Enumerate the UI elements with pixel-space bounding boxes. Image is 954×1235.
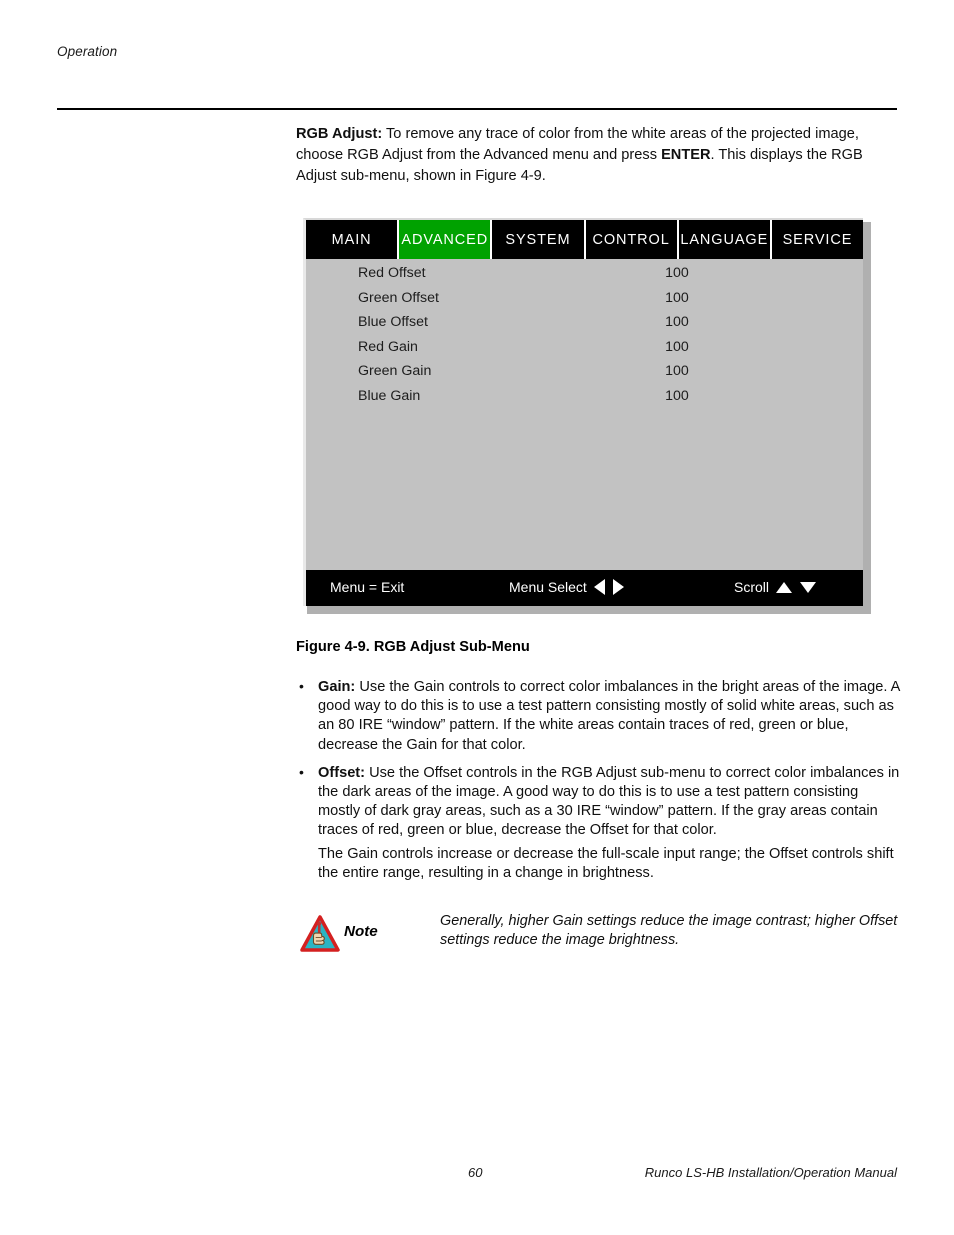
osd-row-green-gain[interactable]: Green Gain 100 xyxy=(306,363,863,388)
osd-row-label: Blue Offset xyxy=(358,314,428,331)
arrow-down-icon xyxy=(800,581,817,593)
osd-tab-bar: MAIN ADVANCED SYSTEM CONTROL LANGUAGE SE… xyxy=(306,220,863,259)
arrow-left-icon xyxy=(593,579,605,595)
intro-paragraph-block: RGB Adjust: To remove any trace of color… xyxy=(296,124,898,188)
osd-row-value: 100 xyxy=(665,338,689,355)
running-header: Operation xyxy=(57,44,118,59)
note-text: Generally, higher Gain settings reduce t… xyxy=(440,913,898,949)
osd-tab-language-label: LANGUAGE xyxy=(680,231,769,248)
osd-row-value: 100 xyxy=(665,387,689,404)
osd-footer-select-label: Menu Select xyxy=(509,579,587,595)
osd-tab-control-label: CONTROL xyxy=(592,231,670,248)
osd-row-green-offset[interactable]: Green Offset 100 xyxy=(306,290,863,315)
osd-footer-scroll-label: Scroll xyxy=(734,579,770,595)
osd-row-list: Red Offset 100 Green Offset 100 Blue Off… xyxy=(306,259,863,413)
page-number: 60 xyxy=(468,1165,483,1180)
osd-tab-service-label: SERVICE xyxy=(782,231,853,248)
bullet-text: Use the Offset controls in the RGB Adjus… xyxy=(318,764,900,839)
osd-footer-scroll: Scroll xyxy=(734,579,817,595)
osd-tab-advanced-label: ADVANCED xyxy=(401,231,489,248)
osd-figure: MAIN ADVANCED SYSTEM CONTROL LANGUAGE SE… xyxy=(303,218,871,614)
note-label: Note xyxy=(344,923,378,940)
bullet-term: Gain: xyxy=(318,679,356,695)
closing-paragraph: The Gain controls increase or decrease t… xyxy=(318,846,894,882)
osd-row-red-gain[interactable]: Red Gain 100 xyxy=(306,339,863,364)
list-item: Offset: Use the Offset controls in the R… xyxy=(296,763,900,841)
osd-row-blue-gain[interactable]: Blue Gain 100 xyxy=(306,388,863,413)
osd-row-value: 100 xyxy=(665,314,689,331)
osd-row-label: Green Gain xyxy=(358,363,432,380)
osd-tab-main-label: MAIN xyxy=(331,231,372,248)
osd-row-label: Blue Gain xyxy=(358,387,421,404)
osd-footer-bar: Menu = Exit Menu Select Scroll xyxy=(306,570,863,606)
osd-row-value: 100 xyxy=(665,265,689,281)
osd-tab-control[interactable]: CONTROL xyxy=(585,220,679,259)
osd-footer-exit-label: Menu = Exit xyxy=(330,579,405,595)
intro-enter-bold: ENTER xyxy=(661,147,711,164)
osd-menu-body: Red Offset 100 Green Offset 100 Blue Off… xyxy=(306,259,863,570)
osd-tab-main[interactable]: MAIN xyxy=(306,220,400,259)
arrow-right-icon xyxy=(612,579,624,595)
bullet-list: Gain: Use the Gain controls to correct c… xyxy=(296,677,900,850)
intro-lead-bold: RGB Adjust: xyxy=(296,126,383,142)
figure-caption: Figure 4-9. RGB Adjust Sub-Menu xyxy=(296,639,530,655)
osd-tab-advanced[interactable]: ADVANCED xyxy=(399,220,493,259)
osd-tab-service[interactable]: SERVICE xyxy=(771,220,863,259)
osd-row-label: Red Gain xyxy=(358,338,418,355)
osd-tab-system-label: SYSTEM xyxy=(505,231,571,248)
osd-footer-menu-select: Menu Select xyxy=(509,579,624,595)
osd-row-value: 100 xyxy=(665,289,689,306)
osd-tab-system[interactable]: SYSTEM xyxy=(492,220,586,259)
osd-row-label: Green Offset xyxy=(358,289,439,306)
osd-row-value: 100 xyxy=(665,363,689,380)
manual-title-footer: Runco LS-HB Installation/Operation Manua… xyxy=(644,1165,897,1180)
bullet-text: Use the Gain controls to correct color i… xyxy=(318,679,900,753)
intro-paragraph: RGB Adjust: To remove any trace of color… xyxy=(296,124,898,188)
list-item: Gain: Use the Gain controls to correct c… xyxy=(296,677,900,755)
bullet-term: Offset: xyxy=(318,764,366,781)
osd-row-red-offset[interactable]: Red Offset 100 xyxy=(306,265,863,290)
osd-row-blue-offset[interactable]: Blue Offset 100 xyxy=(306,314,863,339)
note-triangle-icon xyxy=(300,915,340,953)
osd-tab-language[interactable]: LANGUAGE xyxy=(678,220,772,259)
osd-footer-exit: Menu = Exit xyxy=(330,579,404,595)
osd-window: MAIN ADVANCED SYSTEM CONTROL LANGUAGE SE… xyxy=(303,218,863,606)
arrow-up-icon xyxy=(776,581,793,593)
header-rule xyxy=(57,108,897,110)
osd-row-label: Red Offset xyxy=(358,265,426,281)
